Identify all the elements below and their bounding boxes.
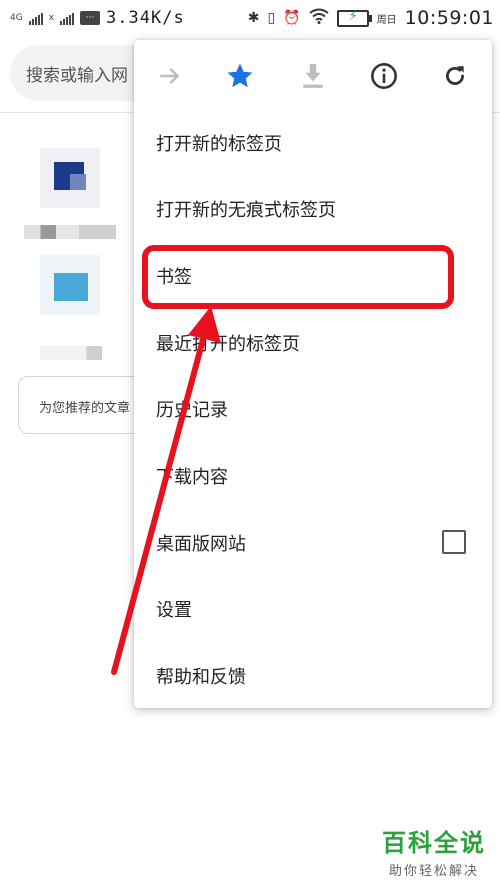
watermark-title: 百科全说 [382, 829, 486, 857]
watermark-subtitle: 助你轻松解决 [388, 864, 479, 879]
watermark-logo: 百科全说 助你轻松解决 [382, 823, 486, 879]
pointer-arrow [111, 306, 221, 675]
